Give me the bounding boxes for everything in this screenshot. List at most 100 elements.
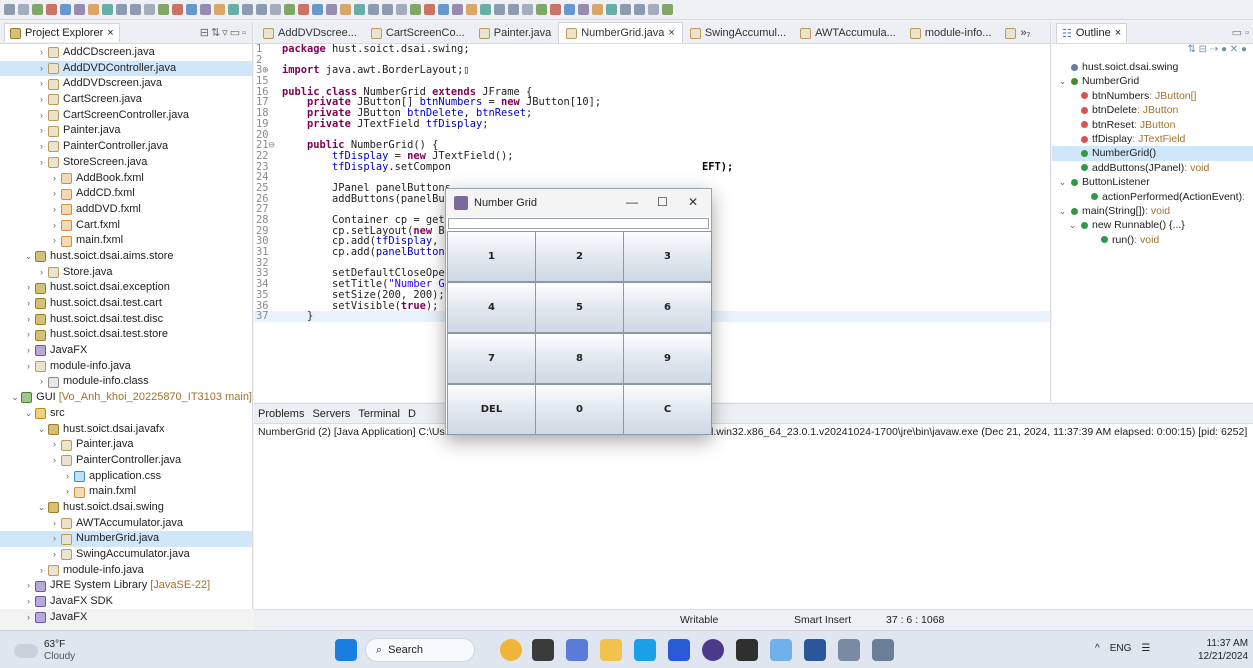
tree-item[interactable]: › JavaFX SDK — [0, 594, 252, 610]
toolbar-button-icon[interactable] — [536, 4, 547, 15]
expand-toggle-icon[interactable]: ⌄ — [37, 422, 46, 438]
tree-item[interactable]: › CartScreenController.java — [0, 108, 252, 124]
toolbar-button-icon[interactable] — [396, 4, 407, 15]
toolbar-button-icon[interactable] — [130, 4, 141, 15]
close-icon[interactable]: ✕ — [688, 195, 698, 209]
toolbar-button-icon[interactable] — [158, 4, 169, 15]
grid-button-del[interactable]: DEL — [447, 384, 536, 435]
toolbar-button-icon[interactable] — [340, 4, 351, 15]
toolbar-button-icon[interactable] — [144, 4, 155, 15]
store-icon[interactable] — [668, 639, 690, 661]
outline-item[interactable]: ⌄ ButtonListener — [1052, 175, 1253, 189]
expand-toggle-icon[interactable]: › — [24, 280, 33, 296]
toolbar-button-icon[interactable] — [284, 4, 295, 15]
toolbar-button-icon[interactable] — [46, 4, 57, 15]
wifi-icon[interactable]: ☰ — [1141, 643, 1150, 654]
editor-tab[interactable]: AddDVDscree... — [256, 23, 364, 43]
expand-toggle-icon[interactable]: › — [50, 437, 59, 453]
expand-toggle-icon[interactable]: › — [24, 343, 33, 359]
tree-item[interactable]: › Painter.java — [0, 123, 252, 139]
expand-toggle-icon[interactable]: › — [24, 296, 33, 312]
java-app-2-icon[interactable] — [872, 639, 894, 661]
tree-item[interactable]: › CartScreen.java — [0, 92, 252, 108]
tree-item[interactable]: › main.fxml — [0, 233, 252, 249]
console-tab[interactable]: Servers — [312, 408, 350, 420]
toolbar-button-icon[interactable] — [312, 4, 323, 15]
outline-item[interactable]: btnNumbers : JButton[] — [1052, 89, 1253, 103]
grid-button-6[interactable]: 6 — [623, 282, 712, 333]
toolbar-button-icon[interactable] — [242, 4, 253, 15]
expand-toggle-icon[interactable]: › — [50, 453, 59, 469]
toolbar-button-icon[interactable] — [18, 4, 29, 15]
code-line[interactable]: 19 private JTextField tfDisplay; — [254, 118, 1050, 130]
minimize-icon[interactable]: ▭ ▫ — [1232, 26, 1249, 39]
minimize-icon[interactable]: — — [626, 195, 638, 209]
toolbar-button-icon[interactable] — [578, 4, 589, 15]
tree-item[interactable]: › NumberGrid.java — [0, 531, 252, 547]
toolbar-button-icon[interactable] — [368, 4, 379, 15]
toolbar-button-icon[interactable] — [592, 4, 603, 15]
toolbar-button-icon[interactable] — [410, 4, 421, 15]
console-tab[interactable]: D — [408, 408, 416, 420]
copilot-icon[interactable] — [500, 639, 522, 661]
grid-button-8[interactable]: 8 — [535, 333, 624, 384]
toolbar-button-icon[interactable] — [200, 4, 211, 15]
toolbar-button-icon[interactable] — [32, 4, 43, 15]
tree-item[interactable]: › application.css — [0, 469, 252, 485]
expand-toggle-icon[interactable]: › — [50, 171, 59, 187]
toolbar-button-icon[interactable] — [550, 4, 561, 15]
expand-toggle-icon[interactable]: › — [37, 155, 46, 171]
expand-toggle-icon[interactable]: › — [63, 469, 72, 485]
window-title-bar[interactable]: Number Grid — ☐ ✕ — [446, 189, 711, 217]
display-text-field[interactable] — [448, 218, 709, 229]
expand-toggle-icon[interactable]: › — [37, 61, 46, 77]
expand-toggle-icon[interactable]: › — [37, 563, 46, 579]
expand-toggle-icon[interactable]: › — [24, 594, 33, 610]
expand-toggle-icon[interactable]: › — [24, 610, 33, 626]
tree-item[interactable]: › module-info.java — [0, 563, 252, 579]
code-line[interactable]: 23 tfDisplay.setCompon EFT); — [254, 161, 1050, 173]
expand-toggle-icon[interactable]: › — [37, 139, 46, 155]
toolbar-button-icon[interactable] — [424, 4, 435, 15]
expand-toggle-icon[interactable]: › — [50, 202, 59, 218]
grid-button-c[interactable]: C — [623, 384, 712, 435]
toolbar-button-icon[interactable] — [298, 4, 309, 15]
expand-toggle-icon[interactable]: › — [37, 123, 46, 139]
editor-tab[interactable]: CartScreenCo... — [364, 23, 472, 43]
toolbar-button-icon[interactable] — [438, 4, 449, 15]
tree-item[interactable]: › hust.soict.dsai.test.disc — [0, 312, 252, 328]
grid-button-2[interactable]: 2 — [535, 231, 624, 282]
tree-item[interactable]: ⌄ hust.soict.dsai.javafx — [0, 422, 252, 438]
windows-start-icon[interactable] — [335, 639, 357, 661]
toolbar-button-icon[interactable] — [606, 4, 617, 15]
toolbar-button-icon[interactable] — [172, 4, 183, 15]
system-tray[interactable]: ^ ENG ☰ — [1095, 643, 1150, 654]
editor-tab[interactable]: AWTAccumula... — [793, 23, 903, 43]
expand-toggle-icon[interactable]: › — [50, 218, 59, 234]
expand-toggle-icon[interactable]: › — [37, 92, 46, 108]
task-view-icon[interactable] — [532, 639, 554, 661]
close-icon[interactable]: × — [107, 27, 113, 39]
toolbar-button-icon[interactable] — [116, 4, 127, 15]
expand-toggle-icon[interactable]: ⌄ — [24, 249, 33, 265]
expand-toggle-icon[interactable]: ⌄ — [1058, 175, 1067, 189]
toolbar-button-icon[interactable] — [88, 4, 99, 15]
tree-item[interactable]: › addDVD.fxml — [0, 202, 252, 218]
tree-item[interactable]: › SwingAccumulator.java — [0, 547, 252, 563]
tree-item[interactable]: › hust.soict.dsai.test.store — [0, 327, 252, 343]
tree-item[interactable]: › AddCDscreen.java — [0, 45, 252, 61]
tree-item[interactable]: › PainterController.java — [0, 453, 252, 469]
toolbar-button-icon[interactable] — [522, 4, 533, 15]
chevron-up-icon[interactable]: ^ — [1095, 643, 1100, 654]
toolbar-button-icon[interactable] — [354, 4, 365, 15]
eclipse-icon[interactable] — [702, 639, 724, 661]
outline-item[interactable]: btnDelete : JButton — [1052, 103, 1253, 117]
expand-toggle-icon[interactable]: › — [50, 233, 59, 249]
tree-item[interactable]: › AddDVDscreen.java — [0, 76, 252, 92]
toolbar-button-icon[interactable] — [326, 4, 337, 15]
editor-tab[interactable]: NumberGrid.java × — [558, 22, 683, 43]
grid-button-1[interactable]: 1 — [447, 231, 536, 282]
tree-item[interactable]: › JavaFX — [0, 343, 252, 359]
expand-toggle-icon[interactable]: › — [37, 374, 46, 390]
toolbar-button-icon[interactable] — [452, 4, 463, 15]
